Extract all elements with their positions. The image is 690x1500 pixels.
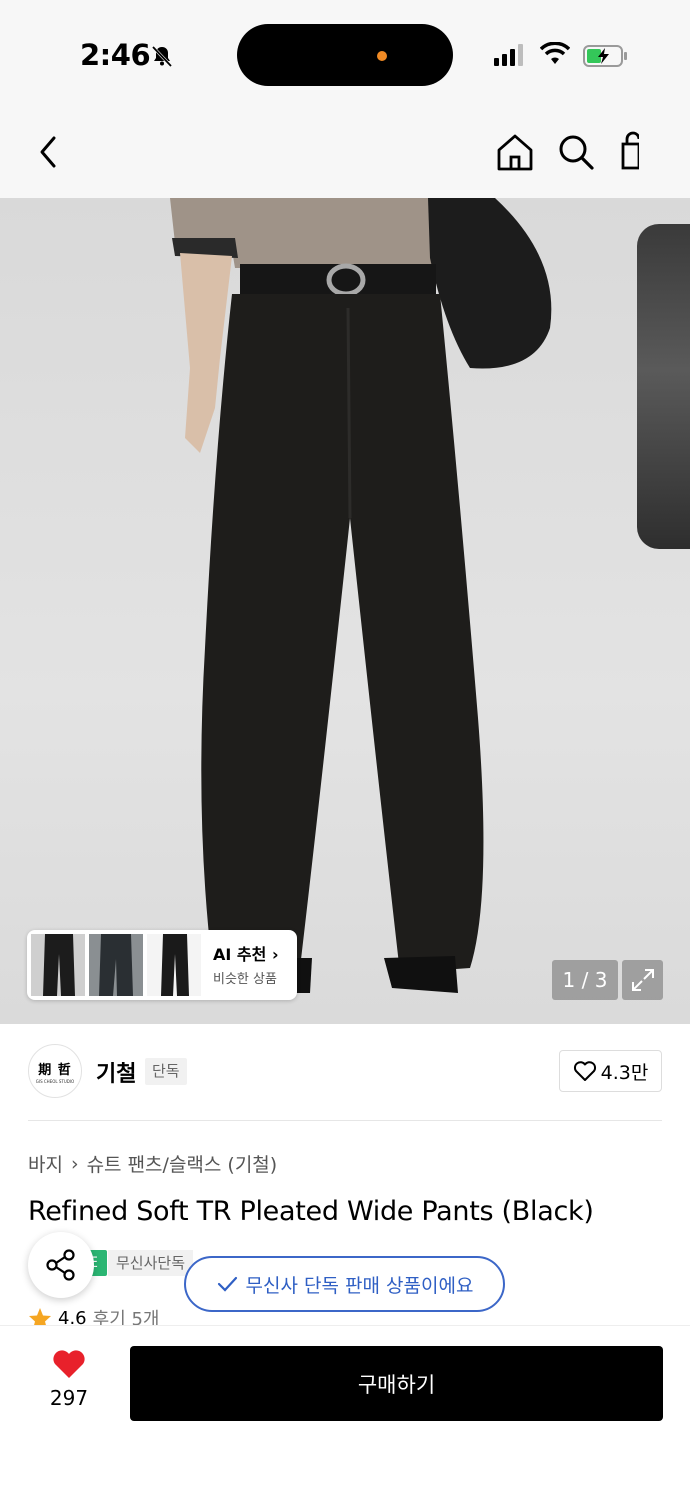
brand-logo[interactable]: 期 哲 GIS CHEOL STUDIO <box>28 1044 82 1098</box>
share-button[interactable] <box>28 1232 94 1298</box>
product-image[interactable] <box>0 198 690 1024</box>
side-panel <box>637 224 690 549</box>
thumbnail-3[interactable] <box>147 934 201 996</box>
back-chevron-icon[interactable] <box>28 130 72 174</box>
ai-recommend-title[interactable]: AI 추천 › <box>213 941 279 965</box>
signal-icon <box>494 44 523 66</box>
search-icon[interactable] <box>554 130 598 174</box>
breadcrumb-category[interactable]: 바지 <box>28 1150 63 1177</box>
check-icon <box>217 1276 237 1292</box>
share-icon <box>46 1249 75 1281</box>
product-title: Refined Soft TR Pleated Wide Pants (Blac… <box>28 1196 594 1227</box>
recording-indicator <box>377 51 387 61</box>
expand-icon <box>631 969 654 991</box>
bell-muted-icon <box>151 45 173 68</box>
wifi-icon <box>540 42 570 64</box>
dynamic-island <box>237 24 453 86</box>
chevron-right-icon: › <box>271 945 279 964</box>
heart-filled-icon <box>53 1350 85 1378</box>
breadcrumb: 바지 › 슈트 팬츠/슬랙스 (기철) <box>28 1150 277 1177</box>
exclusive-tooltip[interactable]: 무신사 단독 판매 상품이에요 <box>184 1256 505 1312</box>
ai-recommend-card[interactable]: AI 추천 › 비슷한 상품 <box>27 930 297 1000</box>
battery-charging-icon <box>583 45 627 67</box>
brand-exclusive-tag: 단독 <box>145 1058 187 1085</box>
wishlist-count: 297 <box>49 1386 89 1410</box>
brand-like-count: 4.3만 <box>600 1061 649 1084</box>
brand-like-button[interactable]: 4.3만 <box>559 1050 662 1092</box>
expand-button[interactable] <box>622 960 663 1000</box>
buy-button[interactable]: 구매하기 <box>130 1346 663 1421</box>
brand-name[interactable]: 기철 <box>96 1056 136 1088</box>
ai-recommend-subtitle: 비슷한 상품 <box>213 972 277 987</box>
thumbnail-1[interactable] <box>31 934 85 996</box>
product-photo <box>170 198 552 993</box>
status-time: 2:46 <box>80 38 151 72</box>
image-pager: 1 / 3 <box>552 960 618 1000</box>
heart-outline-icon <box>573 1061 596 1081</box>
wishlist-button[interactable]: 297 <box>38 1348 100 1418</box>
breadcrumb-chevron-icon: › <box>70 1152 79 1175</box>
breadcrumb-subcategory[interactable]: 슈트 팬츠/슬랙스 (기철) <box>87 1150 278 1177</box>
home-icon[interactable] <box>493 130 537 174</box>
divider <box>28 1120 662 1121</box>
exclusive-badge: 무신사단독 <box>108 1250 194 1276</box>
cart-icon[interactable] <box>615 130 639 174</box>
thumbnail-2[interactable] <box>89 934 143 996</box>
